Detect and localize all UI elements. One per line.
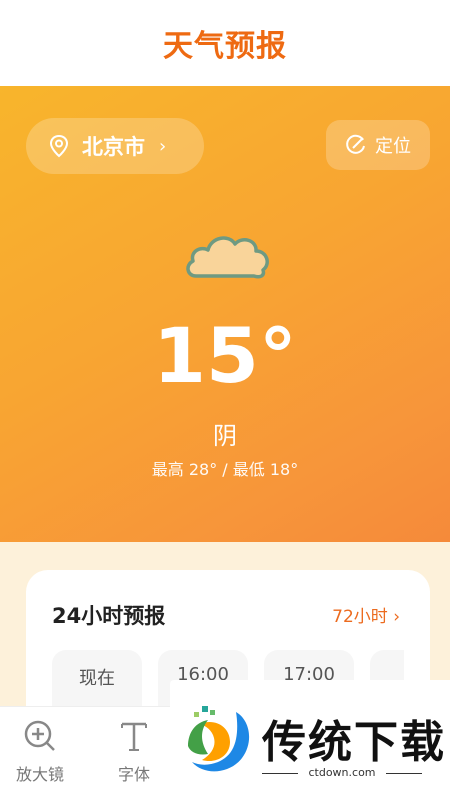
tab-label: 字体 bbox=[117, 765, 150, 784]
72-hour-link[interactable]: 72小时 › bbox=[332, 602, 400, 627]
forecast-title: 24小时预报 bbox=[52, 604, 166, 628]
app-header: 天气预报 bbox=[0, 0, 450, 86]
temperature-range: 最高 28° / 最低 18° bbox=[151, 460, 299, 479]
watermark-logo-icon bbox=[188, 706, 250, 772]
locate-icon bbox=[346, 134, 365, 154]
page-title: 天气预报 bbox=[163, 29, 287, 64]
tab-magnifier[interactable]: 放大镜 bbox=[0, 717, 80, 785]
city-selector[interactable]: 北京市 › bbox=[26, 118, 204, 174]
locate-label: 定位 bbox=[375, 136, 411, 157]
weather-hero: 北京市 › 定位 15° 阴 最高 28° / 最低 18° bbox=[0, 86, 450, 542]
city-name: 北京市 bbox=[82, 135, 145, 159]
watermark-name: 传统下载 bbox=[262, 717, 446, 768]
cloud-icon bbox=[186, 236, 269, 279]
current-temperature: 15° bbox=[153, 311, 297, 400]
tab-font[interactable]: 字体 bbox=[94, 717, 174, 785]
magnifier-icon bbox=[24, 720, 55, 751]
chevron-right-icon: › bbox=[159, 135, 167, 157]
watermark-logo: 传统下载 ctdown.com bbox=[170, 680, 450, 800]
weather-condition: 阴 bbox=[213, 422, 237, 450]
map-pin-icon bbox=[49, 134, 69, 158]
font-icon bbox=[121, 722, 147, 751]
tab-label: 放大镜 bbox=[15, 765, 64, 784]
watermark-url: ctdown.com bbox=[262, 766, 422, 779]
locate-button[interactable]: 定位 bbox=[326, 120, 430, 170]
